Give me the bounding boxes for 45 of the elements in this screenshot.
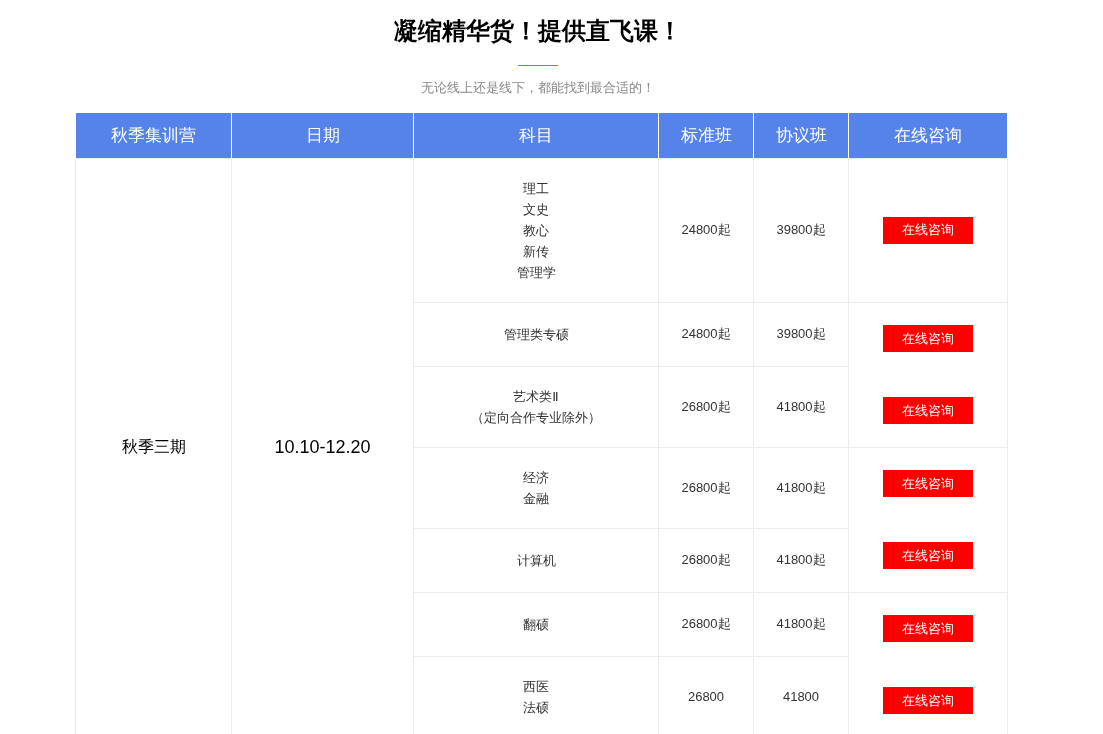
consult-button[interactable]: 在线咨询	[883, 542, 973, 569]
subject-name: （定向合作专业除外）	[470, 408, 602, 427]
column-header: 科目	[413, 113, 659, 158]
subject-name: 翻硕	[522, 615, 550, 634]
agreement-price: 41800起	[776, 616, 826, 631]
consult-button[interactable]: 在线咨询	[883, 470, 973, 497]
camp-name: 秋季三期	[121, 438, 186, 455]
agreement-price: 39800起	[776, 326, 826, 341]
consult-button[interactable]: 在线咨询	[883, 397, 973, 424]
date-range: 10.10-12.20	[274, 437, 371, 457]
column-header: 协议班	[753, 113, 849, 158]
standard-price: 26800起	[681, 479, 731, 495]
subject-name: 教心	[522, 221, 550, 240]
standard-price: 24800起	[681, 326, 731, 341]
standard-price: 26800	[687, 689, 725, 704]
column-header: 在线咨询	[848, 113, 1008, 158]
consult-button[interactable]: 在线咨询	[883, 216, 973, 244]
consult-button[interactable]: 在线咨询	[883, 687, 973, 714]
subject-name: 文史	[522, 200, 550, 219]
column-header: 标准班	[658, 113, 754, 158]
standard-price: 26800起	[681, 552, 731, 567]
agreement-price: 39800起	[776, 222, 826, 237]
subject-name: 管理类专硕	[502, 325, 570, 344]
agreement-price: 41800起	[776, 479, 826, 495]
subject-name: 艺术类Ⅱ	[512, 387, 560, 406]
agreement-price: 41800	[782, 689, 820, 704]
page-title: 凝缩精华货！提供直飞课！	[394, 16, 682, 46]
subject-name: 法硕	[522, 698, 550, 717]
agreement-price: 41800起	[776, 398, 826, 414]
standard-price: 26800起	[681, 616, 731, 631]
subject-name: 西医	[522, 677, 550, 696]
subject-name: 理工	[522, 179, 550, 198]
consult-button[interactable]: 在线咨询	[883, 325, 973, 352]
column-header: 秋季集训营	[75, 113, 232, 158]
column-header: 日期	[231, 113, 414, 158]
agreement-price: 41800起	[776, 552, 826, 567]
standard-price: 24800起	[681, 222, 731, 237]
subject-name: 计算机	[515, 551, 557, 570]
consult-button[interactable]: 在线咨询	[883, 615, 973, 642]
subject-name: 新传	[522, 242, 550, 261]
subject-name: 经济	[522, 468, 550, 487]
subject-name: 管理学	[515, 263, 557, 282]
subtitle: 无论线上还是线下，都能找到最合适的！	[421, 79, 655, 97]
subject-name: 金融	[522, 489, 550, 508]
standard-price: 26800起	[681, 398, 731, 414]
